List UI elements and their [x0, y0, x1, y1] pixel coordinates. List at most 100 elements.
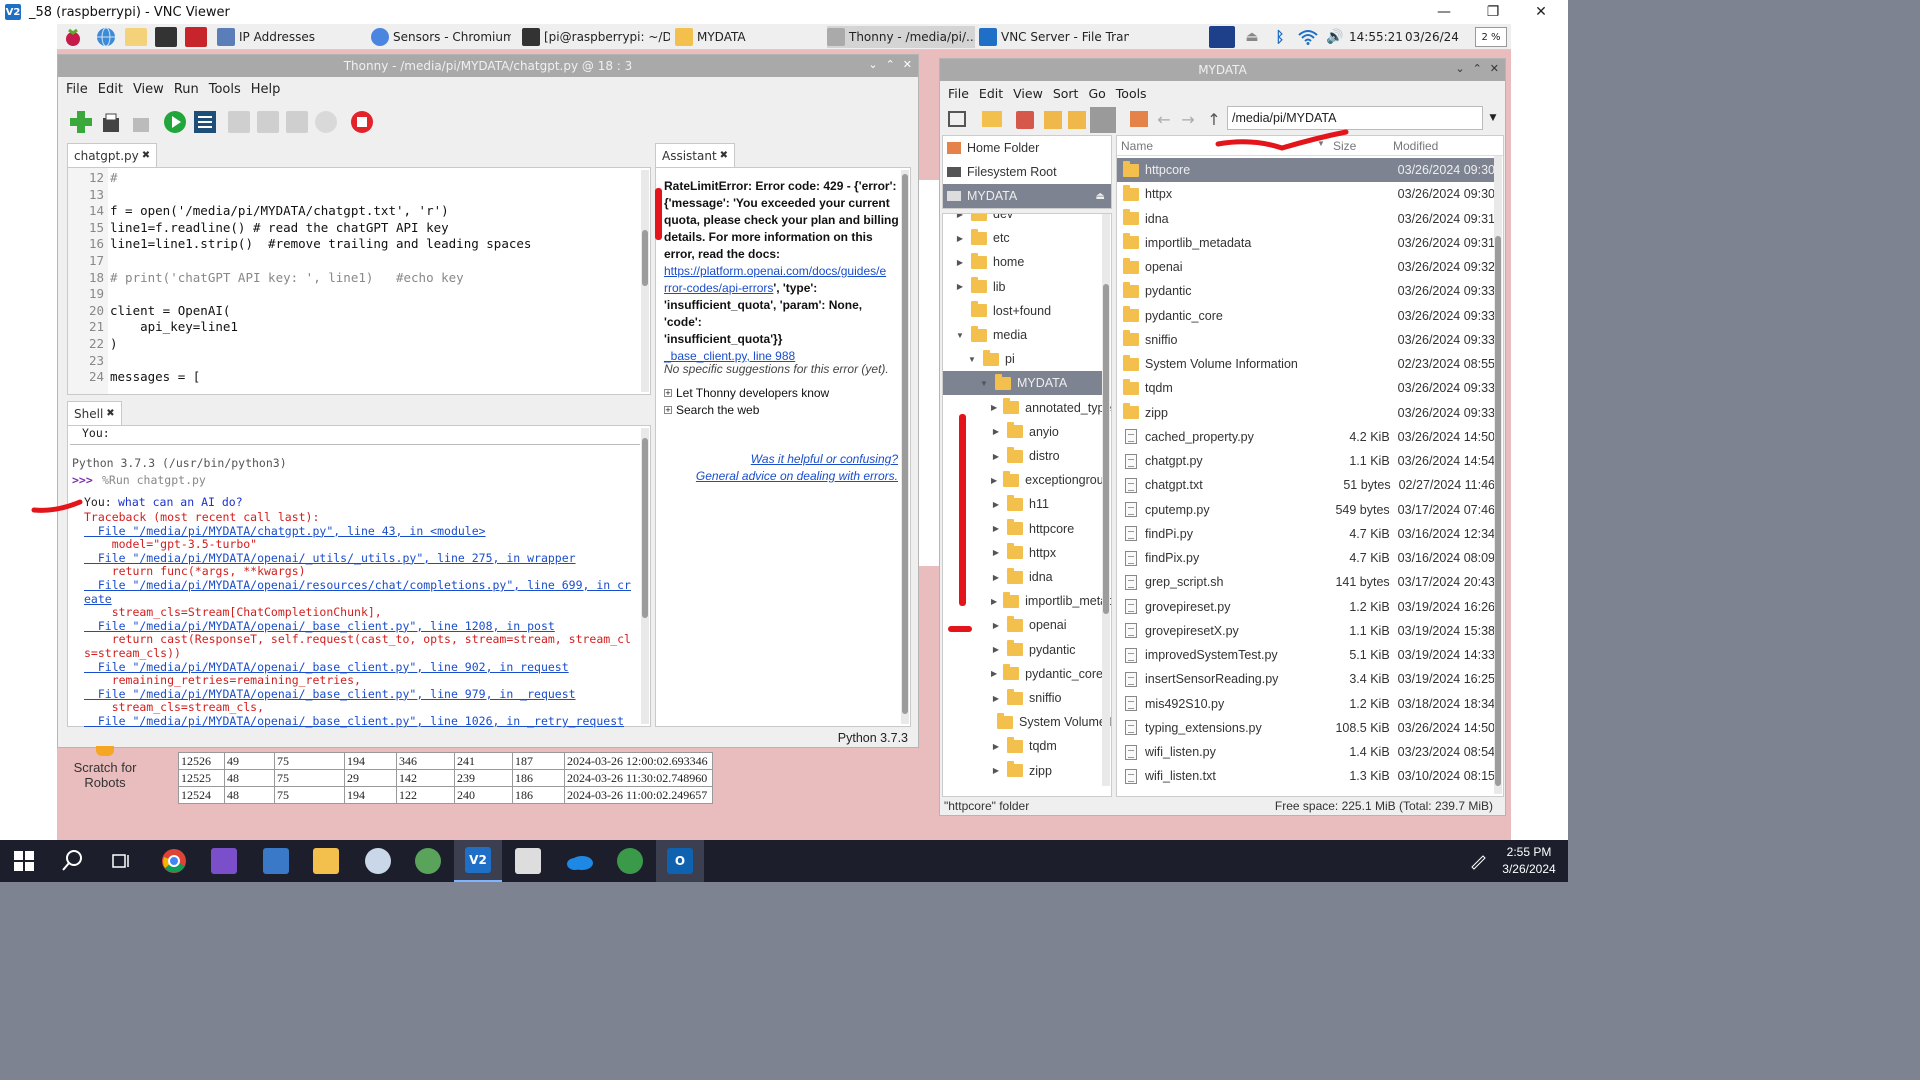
menu-file[interactable]: File: [948, 86, 969, 101]
place-home[interactable]: Home Folder: [947, 136, 1039, 160]
close-icon[interactable]: ✕: [903, 58, 912, 71]
menu-view[interactable]: View: [133, 82, 164, 97]
expander-icon[interactable]: ▶: [955, 258, 965, 267]
scroll-thumb[interactable]: [642, 438, 648, 618]
file-row[interactable]: cached_property.py 4.2 KiB 03/26/2024 14:5…: [1117, 425, 1495, 449]
interpreter-status[interactable]: Python 3.7.3: [838, 731, 908, 745]
outlook-icon[interactable]: O: [656, 840, 704, 882]
expander-icon[interactable]: ▶: [991, 742, 1001, 751]
compact-view-icon[interactable]: [1068, 111, 1086, 129]
shell-console[interactable]: You: Python 3.7.3 (/usr/bin/python3) >>>…: [67, 425, 651, 728]
expander-icon[interactable]: ▶: [991, 452, 1001, 461]
file-row[interactable]: grep_script.sh 141 bytes 03/17/2024 20:43: [1117, 570, 1495, 594]
explorer-icon[interactable]: [302, 840, 350, 882]
new-folder-icon[interactable]: [982, 111, 1002, 127]
vnc-server-tray-icon[interactable]: [1209, 26, 1235, 48]
menu-sort[interactable]: Sort: [1053, 86, 1079, 101]
file-row[interactable]: openai 03/26/2024 09:32: [1117, 255, 1495, 279]
expander-icon[interactable]: ▶: [991, 403, 997, 412]
wifi-icon[interactable]: [1297, 27, 1319, 47]
visual-studio-icon[interactable]: [200, 840, 248, 882]
file-row[interactable]: httpx 03/26/2024 09:30: [1117, 182, 1495, 206]
task-ip-addresses[interactable]: IP Addresses: [217, 26, 317, 48]
task-terminal[interactable]: [pi@raspberrypi: ~/D...: [522, 26, 670, 48]
save-file-icon[interactable]: [128, 109, 154, 135]
restore-button[interactable]: ❐: [1470, 0, 1516, 24]
column-name[interactable]: Name: [1121, 139, 1153, 153]
tree-item[interactable]: System Volume Information: [943, 710, 1111, 734]
file-row[interactable]: grovepireset.py 1.2 KiB 03/19/2024 16:26: [1117, 595, 1495, 619]
expander-icon[interactable]: ▶: [991, 621, 1001, 630]
traceback-file-link[interactable]: File "/media/pi/MYDATA/openai/_base_clie…: [84, 619, 555, 633]
file-row[interactable]: pydantic_core 03/26/2024 09:33: [1117, 304, 1495, 328]
minimize-button[interactable]: —: [1421, 0, 1467, 24]
volume-icon[interactable]: 🔊: [1325, 27, 1345, 47]
task-vnc-file-transfer[interactable]: VNC Server - File Tran...: [979, 26, 1129, 48]
file-row[interactable]: chatgpt.py 1.1 KiB 03/26/2024 14:54: [1117, 449, 1495, 473]
tree-item[interactable]: ▶ httpcore: [943, 517, 1103, 541]
panel-clock[interactable]: 14:55:21: [1349, 30, 1403, 44]
tree-item[interactable]: ▶ lib: [943, 275, 1103, 299]
onedrive-icon[interactable]: [556, 840, 604, 882]
task-sensors-chromium[interactable]: Sensors - Chromium: [371, 26, 511, 48]
minimize-icon[interactable]: ⌄: [1455, 62, 1464, 75]
expander-icon[interactable]: ▶: [991, 573, 1001, 582]
file-row[interactable]: findPix.py 4.7 KiB 03/16/2024 08:09: [1117, 546, 1495, 570]
tab-chatgpt-py[interactable]: chatgpt.py ✖: [67, 143, 158, 167]
globe-icon[interactable]: [606, 840, 654, 882]
expander-icon[interactable]: ▶: [991, 694, 1001, 703]
close-tab-icon[interactable]: ✖: [106, 408, 114, 419]
new-window-icon[interactable]: [948, 111, 966, 127]
shell-scrollbar[interactable]: [641, 428, 649, 724]
remote-desktop-icon[interactable]: [252, 840, 300, 882]
tree-item[interactable]: ▼ media: [943, 323, 1103, 347]
tree-item[interactable]: ▶ tqdm: [943, 734, 1103, 758]
scroll-thumb[interactable]: [1495, 236, 1501, 786]
expander-icon[interactable]: ▼: [955, 331, 965, 340]
web-browser-icon[interactable]: [95, 27, 117, 47]
close-button[interactable]: ✕: [1518, 0, 1564, 24]
tree-item[interactable]: lost+found: [943, 299, 1103, 323]
menu-help[interactable]: Help: [251, 82, 281, 97]
file-row[interactable]: grovepiresetX.py 1.1 KiB 03/19/2024 15:38: [1117, 619, 1495, 643]
tree-item[interactable]: ▶ dev: [943, 214, 1103, 226]
file-row[interactable]: idna 03/26/2024 09:31: [1117, 207, 1495, 231]
run-icon[interactable]: [162, 109, 188, 135]
task-thonny[interactable]: Thonny - /media/pi/...: [827, 26, 975, 48]
scroll-thumb[interactable]: [902, 174, 908, 714]
expander-icon[interactable]: ▶: [955, 282, 965, 291]
expander-icon[interactable]: ▼: [979, 379, 989, 388]
task-mydata[interactable]: MYDATA: [675, 26, 815, 48]
expander-icon[interactable]: ▶: [991, 476, 997, 485]
file-row[interactable]: zipp 03/26/2024 09:33: [1117, 401, 1495, 425]
stop-icon[interactable]: [349, 109, 375, 135]
expander-icon[interactable]: ▶: [991, 500, 1001, 509]
menu-edit[interactable]: Edit: [98, 82, 123, 97]
scroll-thumb[interactable]: [1103, 284, 1109, 614]
step-into-icon[interactable]: [257, 111, 279, 133]
tree-scrollbar[interactable]: [1102, 214, 1110, 786]
raspberry-menu-icon[interactable]: [63, 27, 83, 47]
menu-go[interactable]: Go: [1088, 86, 1105, 101]
windows-start-icon[interactable]: [0, 840, 48, 882]
traceback-file-link[interactable]: File "/media/pi/MYDATA/openai/_utils/_ut…: [84, 551, 576, 565]
file-row[interactable]: httpcore 03/26/2024 09:30: [1117, 158, 1495, 182]
view-icon[interactable]: [1016, 111, 1034, 129]
place-root[interactable]: Filesystem Root: [947, 160, 1057, 184]
tree-item[interactable]: ▶ home: [943, 250, 1103, 274]
tree-item[interactable]: ▶ idna: [943, 565, 1103, 589]
tab-shell[interactable]: Shell ✖: [67, 401, 122, 425]
traceback-file-link[interactable]: File "/media/pi/MYDATA/openai/_base_clie…: [84, 714, 624, 728]
file-row[interactable]: mis492S10.py 1.2 KiB 03/18/2024 18:34: [1117, 692, 1495, 716]
helpful-link[interactable]: Was it helpful or confusing?: [751, 452, 898, 466]
code-editor[interactable]: 12 #13 14 f = open('/media/pi/MYDATA/chatgp…: [67, 167, 651, 395]
forward-icon[interactable]: →: [1178, 109, 1198, 129]
icon-view-icon[interactable]: [1044, 111, 1062, 129]
source-link[interactable]: _base_client.py, line 988: [664, 349, 795, 363]
file-row[interactable]: wifi_listen.py 1.4 KiB 03/23/2024 08:54: [1117, 740, 1495, 764]
expander-icon[interactable]: ▶: [991, 427, 1001, 436]
tree-item[interactable]: ▼ pi: [943, 347, 1103, 371]
back-icon[interactable]: ←: [1154, 109, 1174, 129]
expander-icon[interactable]: ▶: [991, 597, 997, 606]
scroll-thumb[interactable]: [642, 230, 648, 286]
